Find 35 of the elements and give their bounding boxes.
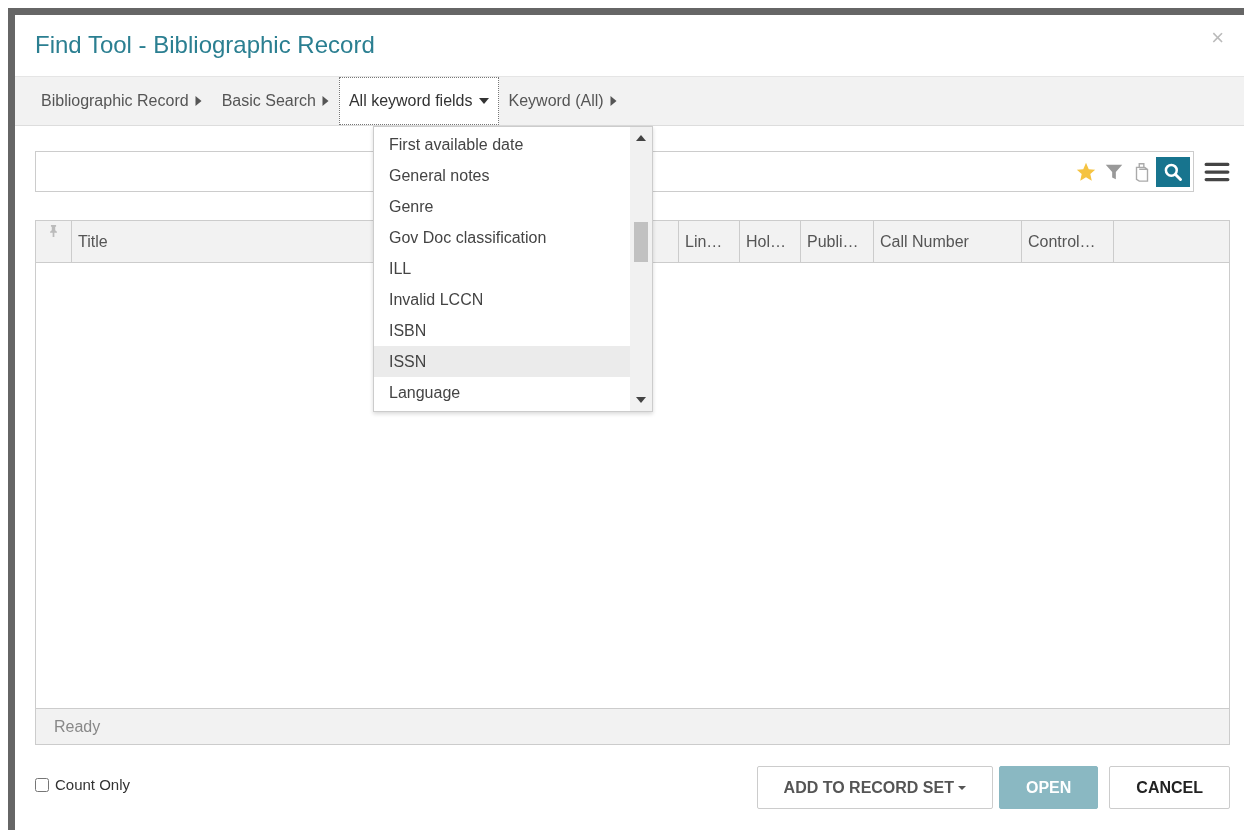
status-text: Ready <box>36 708 1229 744</box>
dropdown-item[interactable]: ISSN <box>374 346 630 377</box>
dropdown-item[interactable]: Language <box>374 377 630 408</box>
column-header[interactable]: Hol… <box>740 221 801 262</box>
caret-icon <box>958 786 966 791</box>
button[interactable]: CANCEL <box>1109 766 1230 809</box>
breadcrumb-item[interactable]: Keyword (All) <box>498 77 627 125</box>
column-header[interactable]: Lin… <box>679 221 740 262</box>
breadcrumb-item[interactable]: Basic Search <box>211 77 339 125</box>
scrollbar-thumb[interactable] <box>634 222 648 262</box>
caret-icon <box>478 98 489 104</box>
dropdown-item[interactable]: Gov Doc classification <box>374 222 630 253</box>
chevron-icon <box>609 96 617 106</box>
dropdown-item[interactable]: Invalid LCCN <box>374 284 630 315</box>
scroll-up-icon[interactable] <box>636 135 646 141</box>
window-title: Find Tool - Bibliographic Record <box>35 31 375 60</box>
column-header[interactable]: Call Number <box>874 221 1022 262</box>
column-header[interactable]: Publi… <box>801 221 874 262</box>
dropdown-item[interactable]: Genre <box>374 191 630 222</box>
button[interactable]: ADD TO RECORD SET <box>756 766 993 809</box>
dropdown-item[interactable]: General notes <box>374 160 630 191</box>
chevron-icon <box>321 96 329 106</box>
dropdown-item[interactable]: ILL <box>374 253 630 284</box>
search-icon <box>1163 161 1183 182</box>
checkbox[interactable] <box>35 778 49 793</box>
scrollbar[interactable] <box>630 127 652 411</box>
column-header[interactable]: Control… <box>1022 221 1114 262</box>
scroll-down-icon[interactable] <box>636 397 646 403</box>
breadcrumb-item[interactable]: All keyword fields <box>338 77 499 125</box>
search-button[interactable] <box>1156 156 1190 187</box>
chevron-icon <box>194 96 202 106</box>
breadcrumb-item[interactable]: Bibliographic Record <box>31 77 212 125</box>
dropdown-item[interactable]: First available date <box>374 129 630 160</box>
checkbox-label: Count Only <box>55 775 131 795</box>
dropdown-item[interactable]: ISBN <box>374 315 630 346</box>
